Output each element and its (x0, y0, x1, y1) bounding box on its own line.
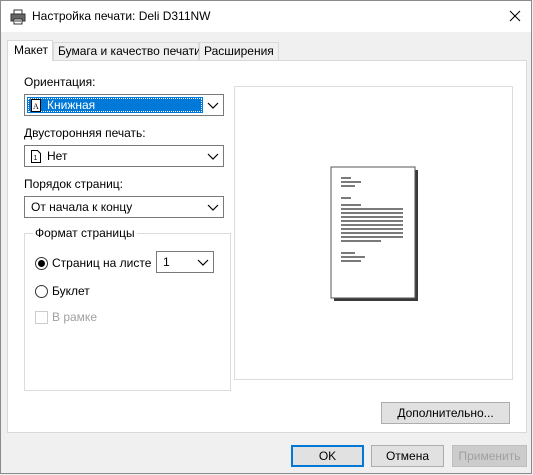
border-checkbox[interactable] (35, 311, 48, 324)
print-settings-dialog: Настройка печати: Deli D311NW Макет Бума… (0, 0, 532, 474)
duplex-select[interactable]: 1 Нет (24, 145, 224, 167)
ok-button[interactable]: OK (291, 445, 364, 467)
cancel-button[interactable]: Отмена (371, 445, 444, 467)
pages-per-sheet-radio[interactable] (35, 257, 48, 270)
chevron-down-icon (207, 153, 219, 160)
orientation-value: Книжная (47, 98, 96, 112)
portrait-page-icon: A (31, 99, 41, 115)
close-icon (509, 10, 521, 22)
apply-button[interactable]: Применить (452, 445, 527, 467)
duplex-value: Нет (47, 149, 68, 163)
page-order-value: От начала к концу (31, 200, 133, 214)
advanced-button[interactable]: Дополнительно... (381, 402, 510, 424)
close-button[interactable] (500, 1, 530, 31)
booklet-radio[interactable] (35, 285, 48, 298)
orientation-label: Ориентация: (24, 75, 96, 89)
chevron-down-icon (207, 102, 219, 109)
svg-text:1: 1 (34, 155, 38, 162)
page-order-label: Порядок страниц: (24, 177, 123, 191)
pages-per-sheet-label: Страниц на листе (52, 256, 152, 270)
tab-extensions[interactable]: Расширения (199, 42, 279, 60)
svg-text:A: A (33, 102, 39, 111)
layout-panel: Ориентация: A Книжная Двусторонняя печат… (7, 60, 527, 433)
tab-layout[interactable]: Макет (7, 40, 53, 61)
page-order-select[interactable]: От начала к концу (24, 196, 224, 218)
border-label: В рамке (52, 310, 97, 324)
window-title: Настройка печати: Deli D311NW (32, 9, 211, 23)
chevron-down-icon (207, 204, 219, 211)
title-bar: Настройка печати: Deli D311NW (1, 1, 531, 32)
booklet-label: Буклет (52, 284, 90, 298)
page-format-group: Формат страницы Страниц на листе 1 Букле… (24, 226, 231, 391)
tab-paper-quality[interactable]: Бумага и качество печати (53, 42, 201, 60)
chevron-down-icon (197, 259, 209, 266)
printer-icon (10, 9, 26, 25)
page-preview (234, 86, 513, 380)
orientation-select[interactable]: A Книжная (24, 94, 224, 116)
pages-per-sheet-select[interactable]: 1 (156, 251, 214, 273)
duplex-label: Двусторонняя печать: (24, 126, 146, 140)
single-page-icon: 1 (31, 150, 41, 166)
page-preview-image (330, 166, 418, 301)
pages-per-sheet-value: 1 (163, 255, 170, 269)
page-format-legend: Формат страницы (33, 226, 137, 240)
